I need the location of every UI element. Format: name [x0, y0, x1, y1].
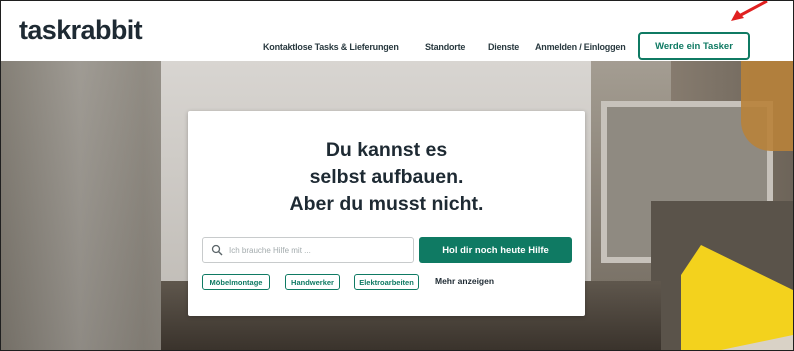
- headline-line: Du kannst es: [325, 139, 448, 161]
- arrow-icon: [731, 1, 768, 21]
- show-more-link[interactable]: Mehr anzeigen: [435, 276, 494, 286]
- hero-background-shape: [1, 61, 161, 350]
- get-help-button[interactable]: Hol dir noch heute Hilfe: [419, 237, 572, 263]
- hero-person-shape: [741, 61, 793, 151]
- nav-login[interactable]: Anmelden / Einloggen: [535, 42, 626, 52]
- headline-line: selbst aufbauen.: [309, 166, 464, 188]
- hero-search-card: Du kannst es selbst aufbauen. Aber du mu…: [188, 111, 585, 316]
- top-navigation-bar: taskrabbit Kontaktlose Tasks & Lieferung…: [1, 1, 793, 61]
- hero-headline: Du kannst es selbst aufbauen. Aber du mu…: [188, 137, 585, 218]
- chip-furniture-assembly[interactable]: Möbelmontage: [202, 274, 270, 290]
- chip-electrical[interactable]: Elektroarbeiten: [354, 274, 419, 290]
- nav-contactless-tasks[interactable]: Kontaktlose Tasks & Lieferungen: [263, 42, 399, 52]
- become-tasker-button[interactable]: Werde ein Tasker: [638, 32, 750, 60]
- yellow-decoration: [681, 245, 793, 350]
- nav-locations[interactable]: Standorte: [425, 42, 465, 52]
- hero-section: Du kannst es selbst aufbauen. Aber du mu…: [1, 61, 793, 350]
- search-box[interactable]: [202, 237, 414, 263]
- browser-viewport: taskrabbit Kontaktlose Tasks & Lieferung…: [0, 0, 794, 351]
- search-icon: [211, 244, 223, 256]
- search-input[interactable]: [229, 242, 409, 258]
- chip-handyman[interactable]: Handwerker: [285, 274, 340, 290]
- taskrabbit-logo[interactable]: taskrabbit: [19, 15, 143, 46]
- headline-line: Aber du musst nicht.: [289, 193, 484, 215]
- nav-services[interactable]: Dienste: [488, 42, 519, 52]
